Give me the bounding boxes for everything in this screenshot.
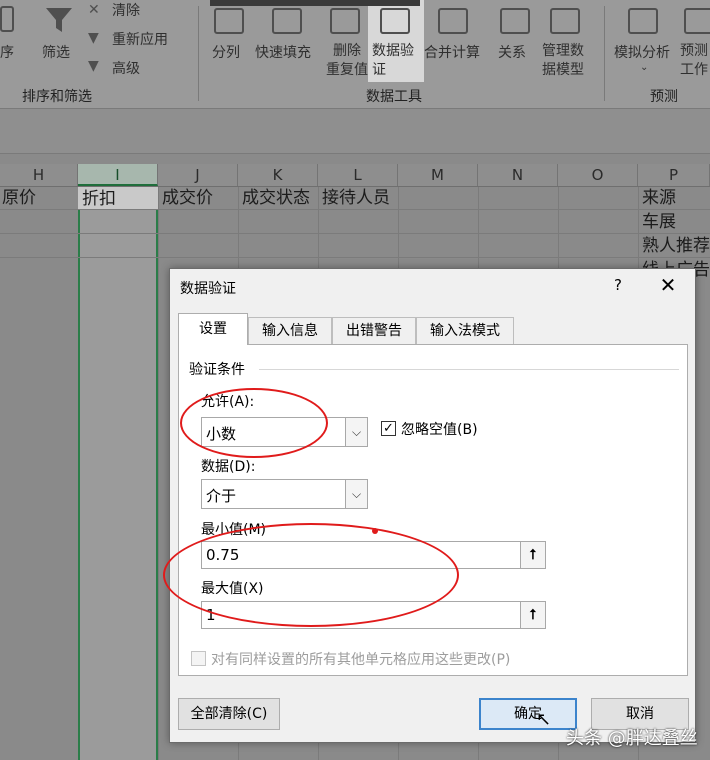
chevron-down-icon: ⌄ — [640, 62, 649, 73]
cell-p2[interactable]: 车展 — [642, 210, 676, 234]
advanced-icon: ▼ — [88, 58, 99, 74]
watermark: 头条 @胖达叠丝 — [566, 728, 698, 749]
ignore-blank-label[interactable]: 忽略空值(B) — [401, 419, 478, 439]
cell-l1[interactable]: 接待人员 — [322, 186, 390, 210]
clear-icon: ✕ — [88, 2, 100, 18]
ribbon-separator — [198, 6, 199, 101]
ribbon-separator — [604, 6, 605, 101]
grid-line — [0, 233, 710, 234]
relationships-button[interactable]: 关系 — [498, 42, 526, 62]
section-title: 验证条件 — [189, 362, 245, 378]
sort-icon — [0, 6, 14, 32]
range-picker-icon[interactable]: ⭡ — [520, 542, 545, 568]
ribbon: 序 筛选 清除 重新应用 高级 ✕ ▼ ▼ 排序和筛选 分列 快速填充 删除 重… — [0, 0, 710, 108]
column-header-k[interactable]: K — [238, 164, 318, 186]
selected-column-i[interactable] — [78, 187, 158, 760]
section-divider — [259, 369, 679, 370]
cell-j1[interactable]: 成交价 — [162, 186, 213, 210]
chevron-down-icon[interactable]: ⌵ — [345, 418, 367, 446]
formula-bar[interactable] — [0, 108, 710, 154]
cell-p1[interactable]: 来源 — [642, 186, 676, 210]
annotation-dot — [372, 528, 378, 534]
column-header-m[interactable]: M — [398, 164, 478, 186]
data-validation-dialog: 数据验证 ? ✕ 设置 输入信息 出错警告 输入法模式 验证条件 允许(A): … — [169, 268, 696, 743]
clear-filter-button[interactable]: 清除 — [112, 0, 140, 20]
grid-line — [158, 187, 159, 760]
group-data-tools: 数据工具 — [366, 89, 422, 105]
group-forecast: 预测 — [650, 89, 678, 105]
close-button[interactable]: ✕ — [654, 273, 682, 297]
allow-label: 允许(A): — [201, 394, 255, 410]
flash-fill-icon — [272, 8, 302, 34]
clear-all-button[interactable]: 全部清除(C) — [178, 698, 280, 730]
consolidate-icon — [438, 8, 468, 34]
column-header-j[interactable]: J — [158, 164, 238, 186]
column-header-l[interactable]: L — [318, 164, 398, 186]
forecast-icon — [684, 8, 710, 34]
tab-input-message[interactable]: 输入信息 — [248, 317, 332, 344]
tab-error-alert[interactable]: 出错警告 — [332, 317, 416, 344]
reapply-icon: ▼ — [88, 30, 99, 46]
text-to-columns-button[interactable]: 分列 — [212, 42, 240, 62]
range-picker-icon[interactable]: ⭡ — [520, 602, 545, 628]
cell-h1[interactable]: 原价 — [2, 186, 36, 210]
tab-settings[interactable]: 设置 — [178, 313, 248, 345]
ok-button[interactable]: 确定 — [479, 698, 577, 730]
max-value: 1 — [206, 606, 216, 624]
max-label: 最大值(X) — [201, 581, 264, 597]
apply-all-checkbox[interactable] — [191, 651, 206, 666]
data-dropdown[interactable]: 介于 ⌵ — [201, 479, 368, 509]
remove-duplicates-button[interactable]: 删除 重复值 — [326, 42, 368, 80]
grid-line — [0, 257, 710, 258]
advanced-filter-button[interactable]: 高级 — [112, 58, 140, 78]
cell-k1[interactable]: 成交状态 — [242, 186, 310, 210]
column-header-i[interactable]: I — [78, 164, 158, 186]
flash-fill-button[interactable]: 快速填充 — [255, 42, 311, 62]
column-header-h[interactable]: H — [0, 164, 78, 186]
filter-icon — [44, 6, 74, 32]
help-button[interactable]: ? — [606, 273, 630, 297]
reapply-button[interactable]: 重新应用 — [112, 29, 168, 49]
forecast-sheet-button[interactable]: 预测 工作 — [680, 42, 708, 80]
what-if-icon — [628, 8, 658, 34]
allow-value: 小数 — [206, 425, 237, 443]
max-value-field[interactable]: 1 ⭡ — [201, 601, 546, 629]
settings-panel: 验证条件 允许(A): 小数 ⌵ ✓ 忽略空值(B) 数据(D): 介于 ⌵ 最… — [178, 344, 688, 676]
column-header-p[interactable]: P — [638, 164, 710, 186]
data-value: 介于 — [206, 487, 237, 505]
min-value: 0.75 — [206, 546, 240, 564]
cell-p3[interactable]: 熟人推荐 — [642, 234, 710, 258]
apply-all-label: 对有同样设置的所有其他单元格应用这些更改(P) — [211, 652, 511, 668]
ribbon-top-bar — [210, 0, 420, 6]
filter-button[interactable]: 筛选 — [42, 42, 70, 62]
tab-ime-mode[interactable]: 输入法模式 — [416, 317, 514, 344]
mouse-cursor-icon: ↖ — [536, 709, 552, 730]
cell-i1[interactable]: 折扣 — [78, 187, 158, 209]
min-value-field[interactable]: 0.75 ⭡ — [201, 541, 546, 569]
what-if-analysis-button[interactable]: 模拟分析 — [614, 42, 670, 62]
data-validation-icon — [380, 8, 410, 34]
data-model-icon — [550, 8, 580, 34]
manage-data-model-button[interactable]: 管理数 据模型 — [542, 42, 584, 80]
relationships-icon — [500, 8, 530, 34]
column-header-o[interactable]: O — [558, 164, 638, 186]
column-header-n[interactable]: N — [478, 164, 558, 186]
chevron-down-icon[interactable]: ⌵ — [345, 480, 367, 508]
group-sort-filter: 排序和筛选 — [22, 89, 92, 105]
ignore-blank-checkbox[interactable]: ✓ — [381, 421, 396, 436]
data-validation-button[interactable]: 数据验 证 — [372, 42, 414, 80]
remove-duplicates-icon — [330, 8, 360, 34]
consolidate-button[interactable]: 合并计算 — [424, 42, 480, 62]
sort-button-label[interactable]: 序 — [0, 42, 14, 62]
text-to-columns-icon — [214, 8, 244, 34]
allow-dropdown[interactable]: 小数 ⌵ — [201, 417, 368, 447]
min-label: 最小值(M) — [201, 522, 267, 538]
column-headers: H I J K L M N O P — [0, 164, 710, 187]
data-label: 数据(D): — [201, 459, 256, 475]
dialog-title: 数据验证 — [180, 281, 236, 297]
